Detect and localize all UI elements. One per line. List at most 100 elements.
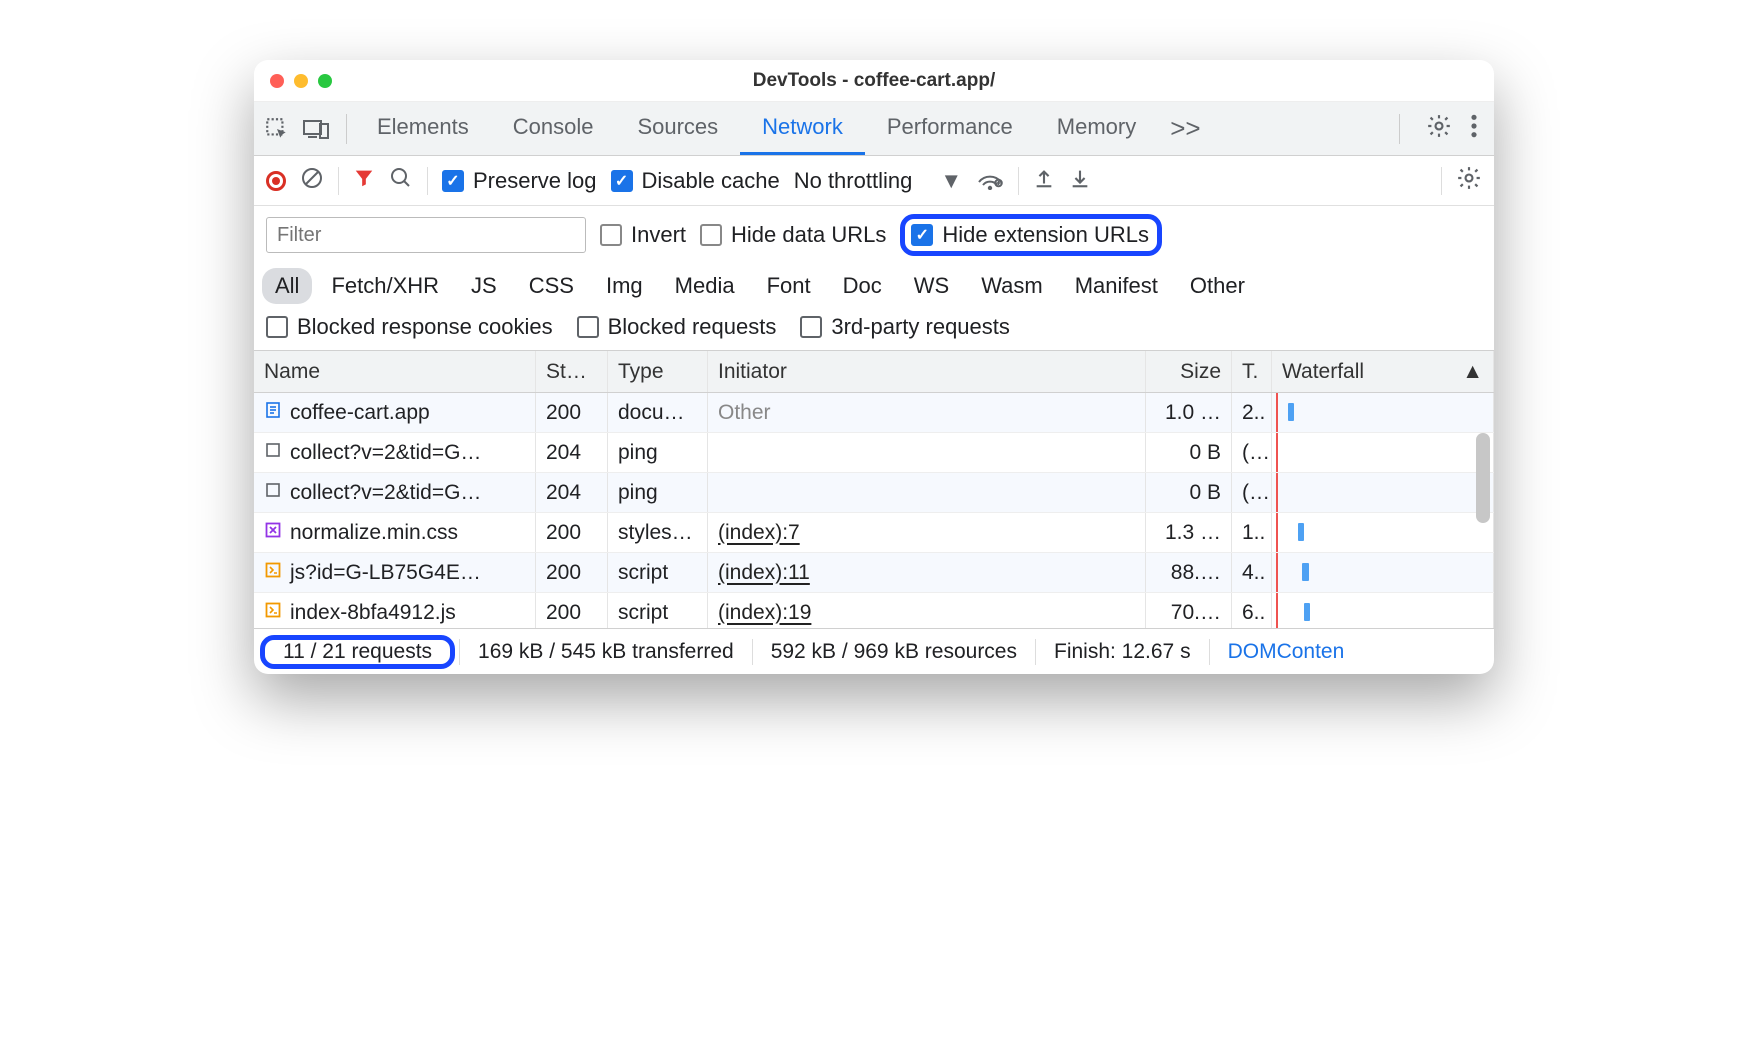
filter-chip-doc[interactable]: Doc xyxy=(830,268,895,304)
col-header-size[interactable]: Size xyxy=(1146,351,1232,392)
table-row[interactable]: js?id=G-LB75G4E…200script(index):1188.…4… xyxy=(254,553,1494,593)
col-header-type[interactable]: Type xyxy=(608,351,708,392)
tab-memory[interactable]: Memory xyxy=(1035,102,1158,155)
hide-extension-urls-checkbox[interactable]: Hide extension URLs xyxy=(911,222,1149,248)
filter-input[interactable] xyxy=(266,217,586,253)
request-time: 4.. xyxy=(1232,553,1272,592)
filter-chip-img[interactable]: Img xyxy=(593,268,656,304)
disable-cache-label: Disable cache xyxy=(642,168,780,194)
request-type: ping xyxy=(608,433,708,472)
col-header-waterfall[interactable]: Waterfall ▲ xyxy=(1272,351,1494,392)
filter-toggle-icon[interactable] xyxy=(353,167,375,195)
col-header-time[interactable]: T. xyxy=(1232,351,1272,392)
resources-size: 592 kB / 969 kB resources xyxy=(753,640,1035,664)
tab-elements[interactable]: Elements xyxy=(355,102,491,155)
search-icon[interactable] xyxy=(389,166,413,196)
tab-performance[interactable]: Performance xyxy=(865,102,1035,155)
blocked-requests-label: Blocked requests xyxy=(608,314,777,340)
table-row[interactable]: coffee-cart.app200docu…Other1.0 …2.. xyxy=(254,393,1494,433)
settings-gear-icon[interactable] xyxy=(1426,113,1452,145)
waterfall-label: Waterfall xyxy=(1282,360,1364,384)
invert-checkbox[interactable]: Invert xyxy=(600,222,686,248)
request-time: (… xyxy=(1232,473,1272,512)
request-type: docu… xyxy=(608,393,708,432)
request-initiator[interactable]: (index):7 xyxy=(708,513,1146,552)
request-name: collect?v=2&tid=G… xyxy=(290,441,481,465)
col-header-status[interactable]: St… xyxy=(536,351,608,392)
blocked-cookies-checkbox[interactable]: Blocked response cookies xyxy=(266,314,553,340)
filter-chip-fetchxhr[interactable]: Fetch/XHR xyxy=(318,268,452,304)
request-type: styles… xyxy=(608,513,708,552)
caret-down-icon: ▼ xyxy=(940,168,962,194)
tab-console[interactable]: Console xyxy=(491,102,616,155)
export-har-icon[interactable] xyxy=(1069,166,1091,196)
import-har-icon[interactable] xyxy=(1033,166,1055,196)
close-window-button[interactable] xyxy=(270,74,284,88)
request-initiator[interactable]: (index):19 xyxy=(708,593,1146,628)
titlebar: DevTools - coffee-cart.app/ xyxy=(254,60,1494,102)
finish-time: Finish: 12.67 s xyxy=(1036,640,1209,664)
inspect-element-icon[interactable] xyxy=(264,116,290,142)
blocked-requests-checkbox[interactable]: Blocked requests xyxy=(577,314,777,340)
filter-chip-media[interactable]: Media xyxy=(662,268,748,304)
table-body: coffee-cart.app200docu…Other1.0 …2..coll… xyxy=(254,393,1494,628)
filter-chip-font[interactable]: Font xyxy=(754,268,824,304)
waterfall-cell xyxy=(1272,393,1494,432)
request-size: 70.… xyxy=(1146,593,1232,628)
request-time: 6.. xyxy=(1232,593,1272,628)
request-initiator xyxy=(708,433,1146,472)
record-button[interactable] xyxy=(266,171,286,191)
request-initiator[interactable]: (index):11 xyxy=(708,553,1146,592)
requests-count-highlight: 11 / 21 requests xyxy=(260,635,455,669)
filter-chip-ws[interactable]: WS xyxy=(901,268,962,304)
zoom-window-button[interactable] xyxy=(318,74,332,88)
transferred-size: 169 kB / 545 kB transferred xyxy=(460,640,752,664)
device-toolbar-icon[interactable] xyxy=(302,116,330,142)
waterfall-cell xyxy=(1272,473,1494,512)
request-size: 1.3 … xyxy=(1146,513,1232,552)
col-header-initiator[interactable]: Initiator xyxy=(708,351,1146,392)
request-initiator xyxy=(708,473,1146,512)
domcontentloaded-link[interactable]: DOMConten xyxy=(1210,640,1363,664)
network-settings-gear-icon[interactable] xyxy=(1456,165,1482,197)
network-conditions-icon[interactable] xyxy=(976,166,1004,196)
request-name: collect?v=2&tid=G… xyxy=(290,481,481,505)
preserve-log-label: Preserve log xyxy=(473,168,597,194)
more-tabs-button[interactable]: >> xyxy=(1158,113,1212,144)
table-row[interactable]: collect?v=2&tid=G…204ping0 B(… xyxy=(254,473,1494,513)
request-size: 1.0 … xyxy=(1146,393,1232,432)
request-status: 200 xyxy=(536,593,608,628)
request-time: 2.. xyxy=(1232,393,1272,432)
minimize-window-button[interactable] xyxy=(294,74,308,88)
file-type-icon xyxy=(264,561,282,585)
request-time: 1.. xyxy=(1232,513,1272,552)
col-header-name[interactable]: Name xyxy=(254,351,536,392)
request-status: 204 xyxy=(536,473,608,512)
hide-data-urls-checkbox[interactable]: Hide data URLs xyxy=(700,222,886,248)
requests-count: 11 / 21 requests xyxy=(283,640,432,663)
network-toolbar: Preserve log Disable cache No throttling… xyxy=(254,156,1494,206)
hide-extension-urls-highlight: Hide extension URLs xyxy=(900,214,1162,256)
disable-cache-checkbox[interactable]: Disable cache xyxy=(611,168,780,194)
resource-type-filters: AllFetch/XHRJSCSSImgMediaFontDocWSWasmMa… xyxy=(254,264,1494,310)
preserve-log-checkbox[interactable]: Preserve log xyxy=(442,168,597,194)
tab-sources[interactable]: Sources xyxy=(615,102,740,155)
kebab-menu-icon[interactable] xyxy=(1470,113,1478,145)
filter-chip-other[interactable]: Other xyxy=(1177,268,1258,304)
table-row[interactable]: normalize.min.css200styles…(index):71.3 … xyxy=(254,513,1494,553)
filter-chip-css[interactable]: CSS xyxy=(516,268,587,304)
filter-chip-js[interactable]: JS xyxy=(458,268,510,304)
table-row[interactable]: collect?v=2&tid=G…204ping0 B(… xyxy=(254,433,1494,473)
third-party-checkbox[interactable]: 3rd-party requests xyxy=(800,314,1010,340)
third-party-label: 3rd-party requests xyxy=(831,314,1010,340)
clear-button[interactable] xyxy=(300,166,324,196)
devtools-window: DevTools - coffee-cart.app/ ElementsCons… xyxy=(254,60,1494,674)
filter-chip-all[interactable]: All xyxy=(262,268,312,304)
tab-network[interactable]: Network xyxy=(740,102,865,155)
throttling-dropdown[interactable]: No throttling ▼ xyxy=(794,168,962,194)
filter-chip-wasm[interactable]: Wasm xyxy=(968,268,1056,304)
table-row[interactable]: index-8bfa4912.js200script(index):1970.…… xyxy=(254,593,1494,628)
request-size: 88.… xyxy=(1146,553,1232,592)
request-size: 0 B xyxy=(1146,473,1232,512)
filter-chip-manifest[interactable]: Manifest xyxy=(1062,268,1171,304)
